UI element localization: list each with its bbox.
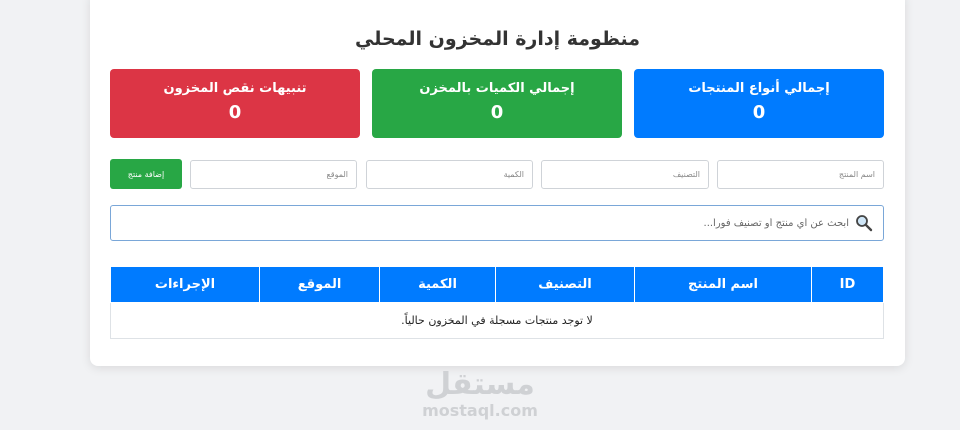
stat-label: إجمالي الكميات بالمخزن [419, 81, 575, 96]
stat-label: تنبيهات نقص المخزون [163, 81, 307, 96]
stat-value: 0 [228, 102, 242, 123]
inventory-card: منظومة إدارة المخزون المحلي إجمالي أنواع… [90, 0, 905, 366]
stat-label: إجمالي أنواع المنتجات [688, 81, 830, 96]
table-header-row: ID اسم المنتج التصنيف الكمية الموقع الإج… [110, 266, 884, 303]
add-product-button[interactable]: إضافة منتج [110, 159, 182, 189]
page-title: منظومة إدارة المخزون المحلي [355, 28, 640, 50]
watermark-arabic: مستقل [425, 367, 535, 402]
column-header-id[interactable]: ID [811, 266, 884, 303]
search-box[interactable] [110, 205, 884, 241]
category-input[interactable] [541, 160, 709, 189]
location-input[interactable] [190, 160, 357, 189]
stat-total-quantities: إجمالي الكميات بالمخزن 0 [372, 69, 622, 138]
search-icon [856, 215, 873, 232]
products-table: ID اسم المنتج التصنيف الكمية الموقع الإج… [110, 266, 884, 339]
table-row: لا توجد منتجات مسجلة في المخزون حالياً. [110, 302, 884, 339]
search-input[interactable] [149, 206, 849, 240]
mostaql-watermark-logo: مستقل mostaql.com [420, 368, 540, 420]
product-name-input[interactable] [717, 160, 884, 189]
stat-low-stock-alerts: تنبيهات نقص المخزون 0 [110, 69, 360, 138]
watermark-latin: mostaql.com [422, 401, 538, 420]
empty-table-message: لا توجد منتجات مسجلة في المخزون حالياً. [110, 302, 884, 339]
stat-value: 0 [490, 102, 504, 123]
stat-value: 0 [752, 102, 766, 123]
column-header-product-name[interactable]: اسم المنتج [634, 266, 812, 303]
column-header-location[interactable]: الموقع [259, 266, 380, 303]
column-header-category[interactable]: التصنيف [495, 266, 635, 303]
quantity-input[interactable] [366, 160, 533, 189]
column-header-quantity[interactable]: الكمية [379, 266, 496, 303]
stat-total-product-types: إجمالي أنواع المنتجات 0 [634, 69, 884, 138]
column-header-actions: الإجراءات [110, 266, 260, 303]
